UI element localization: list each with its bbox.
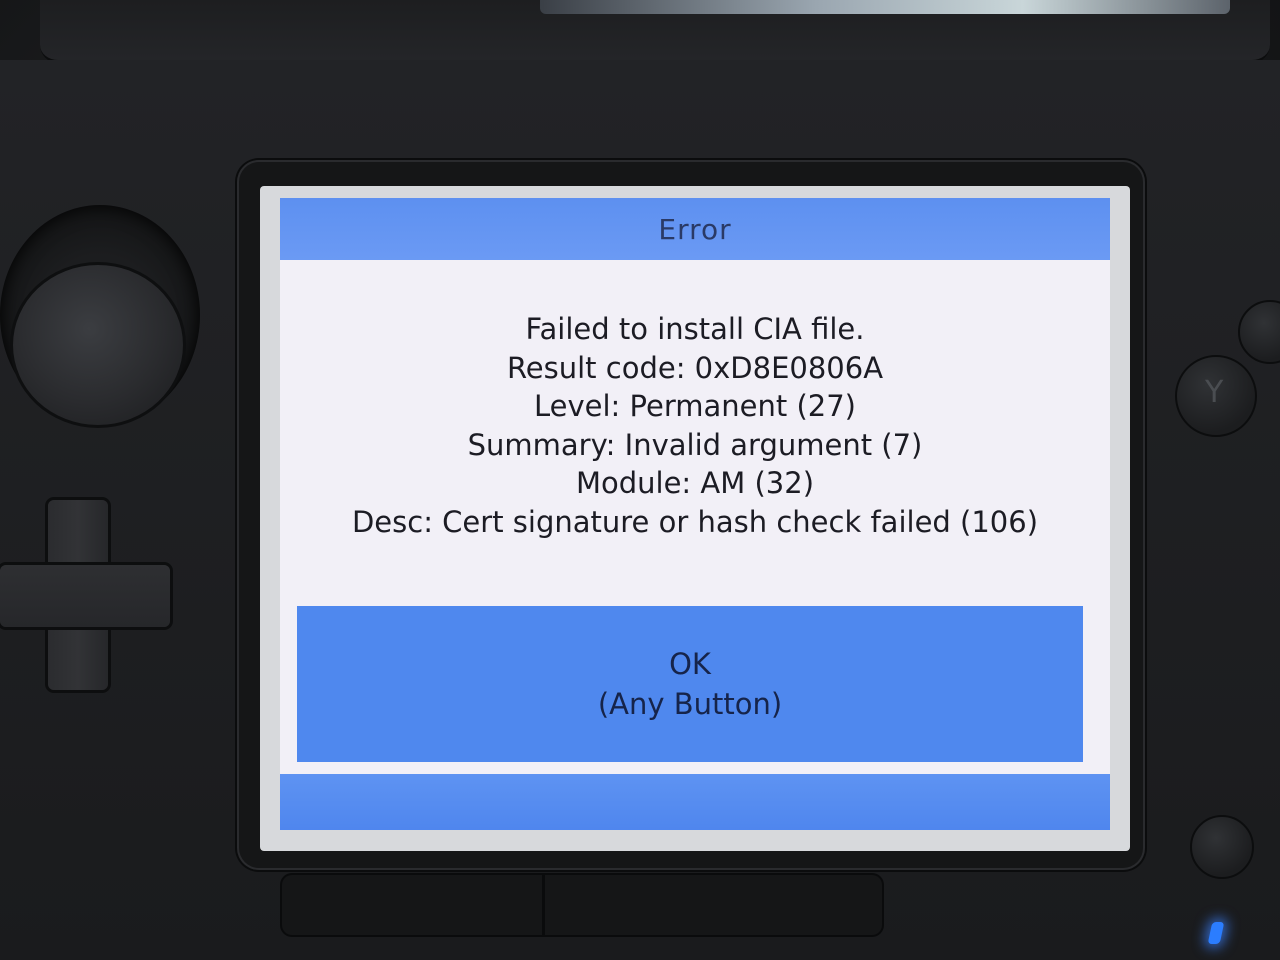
y-button-label: Y <box>1205 375 1224 410</box>
dialog-title: Error <box>658 212 732 246</box>
ok-button-hint: (Any Button) <box>597 687 783 721</box>
start-button[interactable] <box>1190 815 1254 879</box>
error-line-description: Desc: Cert signature or hash check faile… <box>351 504 1039 539</box>
error-line-summary: Failed to install CIA file. <box>525 312 865 346</box>
error-line-result-code: Result code: 0xD8E0806A <box>506 350 884 385</box>
error-line-level: Level: Permanent (27) <box>534 389 856 423</box>
home-select-button-bar[interactable] <box>282 875 882 935</box>
button-divider <box>542 875 545 935</box>
dialog-bottom-bar <box>280 774 1110 830</box>
error-message: Failed to install CIA file. Result code:… <box>280 310 1110 541</box>
top-screen-edge <box>540 0 1230 14</box>
circle-pad[interactable] <box>10 262 186 428</box>
error-line-module: Module: AM (32) <box>575 466 815 500</box>
error-line-summary-detail: Summary: Invalid argument (7) <box>467 427 923 462</box>
ok-button-label: OK <box>669 647 711 681</box>
handheld-console: Y Error Failed to install CIA file. Resu… <box>0 0 1280 960</box>
dialog-title-bar: Error <box>280 198 1110 260</box>
dpad-horizontal[interactable] <box>0 565 170 627</box>
touch-screen[interactable]: Error Failed to install CIA file. Result… <box>280 198 1110 830</box>
ok-button[interactable]: OK (Any Button) <box>297 606 1083 762</box>
